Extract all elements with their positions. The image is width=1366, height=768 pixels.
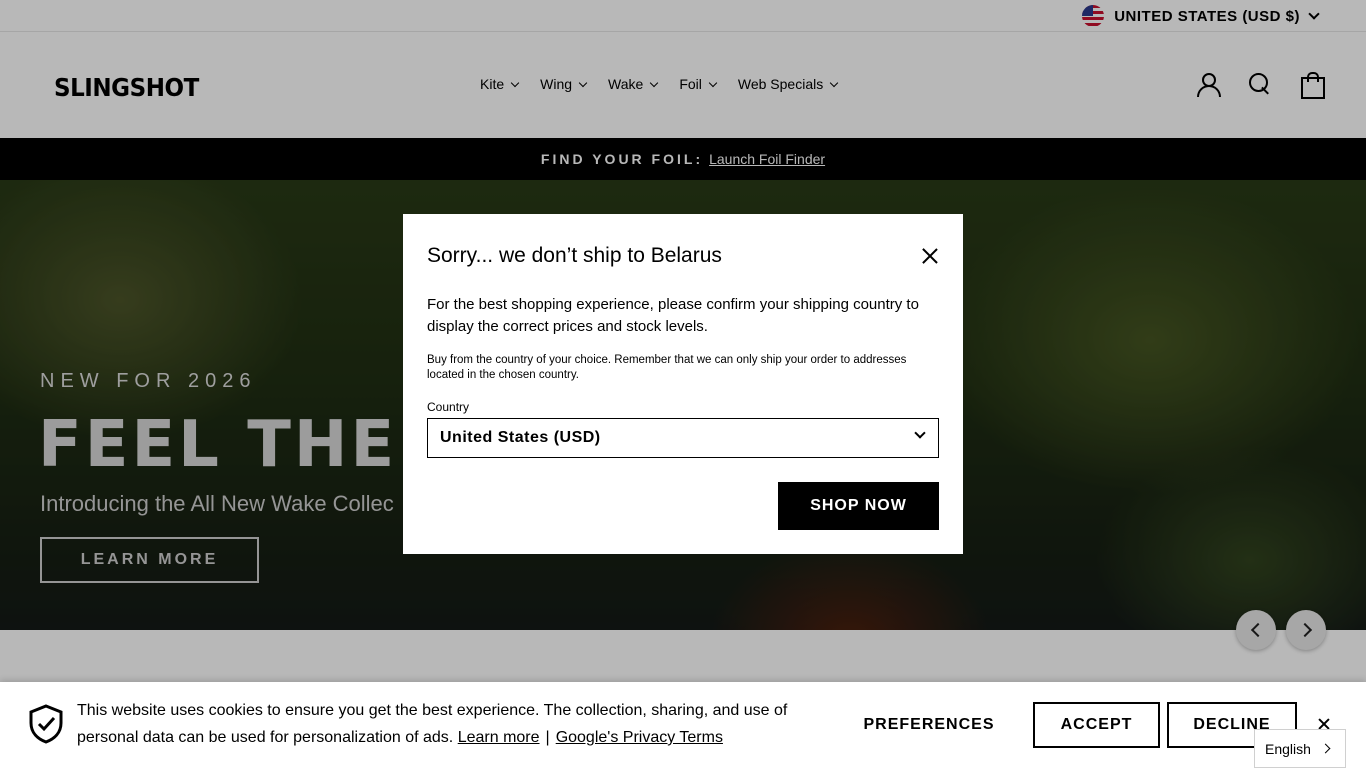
shop-now-button[interactable]: SHOP NOW	[778, 482, 939, 530]
language-selected: English	[1265, 740, 1311, 757]
cookie-text-block: This website uses cookies to ensure you …	[77, 697, 797, 751]
close-icon[interactable]	[921, 247, 939, 265]
chevron-down-icon	[914, 427, 926, 439]
shipping-country-modal: Sorry... we don’t ship to Belarus For th…	[403, 214, 963, 554]
country-field-label: Country	[427, 400, 470, 414]
cookie-banner: This website uses cookies to ensure you …	[0, 682, 1366, 768]
link-separator: |	[545, 729, 550, 746]
shield-check-icon	[29, 704, 63, 744]
modal-lead-text: For the best shopping experience, please…	[427, 296, 919, 335]
chevron-right-icon	[1320, 743, 1331, 754]
accept-button[interactable]: ACCEPT	[1033, 702, 1160, 748]
language-selector[interactable]: English	[1254, 729, 1346, 768]
country-select[interactable]: United States (USD)	[427, 418, 939, 458]
privacy-terms-link[interactable]: Google's Privacy Terms	[556, 729, 723, 746]
preferences-button[interactable]: PREFERENCES	[840, 702, 1018, 748]
modal-title: Sorry... we don’t ship to Belarus	[427, 244, 722, 267]
learn-more-link[interactable]: Learn more	[458, 729, 540, 746]
modal-note-text: Buy from the country of your choice. Rem…	[427, 354, 907, 381]
country-select-value: United States (USD)	[440, 429, 601, 446]
